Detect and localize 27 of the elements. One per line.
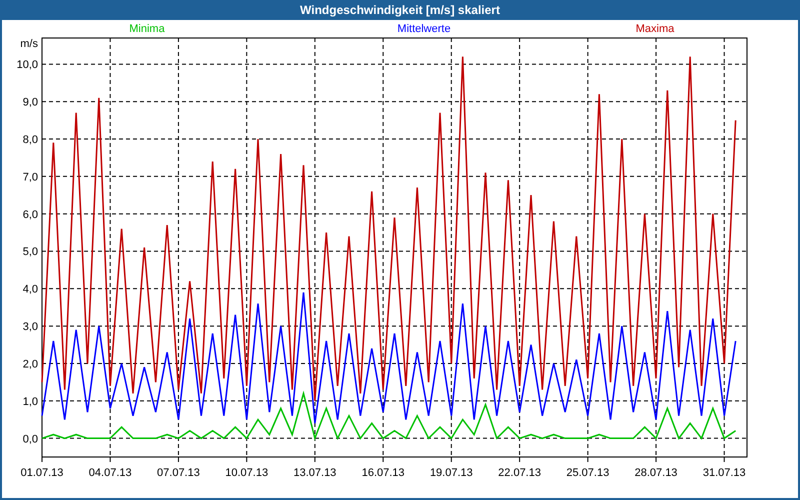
x-tick-label: 16.07.13 xyxy=(362,467,405,479)
y-tick-label: 10,0 xyxy=(16,59,38,72)
y-tick-label: 2,0 xyxy=(22,358,38,370)
legend-label: Minima xyxy=(129,23,165,35)
legend-label: Mittelwerte xyxy=(397,23,451,35)
x-tick-label: 28.07.13 xyxy=(634,467,678,479)
x-tick-label: 22.07.13 xyxy=(498,467,541,479)
y-tick-label: 5,0 xyxy=(22,246,38,258)
x-tick-label: 19.07.13 xyxy=(430,467,473,479)
x-tick-label: 13.07.13 xyxy=(294,467,336,479)
legend-label: Maxima xyxy=(636,23,674,35)
y-tick-label: 0,0 xyxy=(22,433,38,446)
x-tick-label: 01.07.13 xyxy=(20,467,64,479)
y-tick-label: 6,0 xyxy=(22,208,38,221)
x-tick-label: 10.07.13 xyxy=(225,467,268,479)
y-tick-label: 3,0 xyxy=(22,321,38,334)
window-title: Windgeschwindigkeit [m/s] skaliert xyxy=(299,2,501,19)
x-tick-label: 25.07.13 xyxy=(566,467,610,479)
x-tick-label: 07.07.13 xyxy=(157,467,200,479)
y-axis-label: m/s xyxy=(20,38,38,50)
y-tick-label: 7,0 xyxy=(22,171,38,184)
x-tick-label: 31.07.13 xyxy=(702,467,746,479)
y-tick-label: 4,0 xyxy=(22,284,38,296)
y-tick-label: 1,0 xyxy=(22,396,38,408)
y-tick-label: 8,0 xyxy=(22,134,38,146)
x-tick-label: 04.07.13 xyxy=(88,467,132,479)
y-tick-label: 9,0 xyxy=(22,96,38,109)
